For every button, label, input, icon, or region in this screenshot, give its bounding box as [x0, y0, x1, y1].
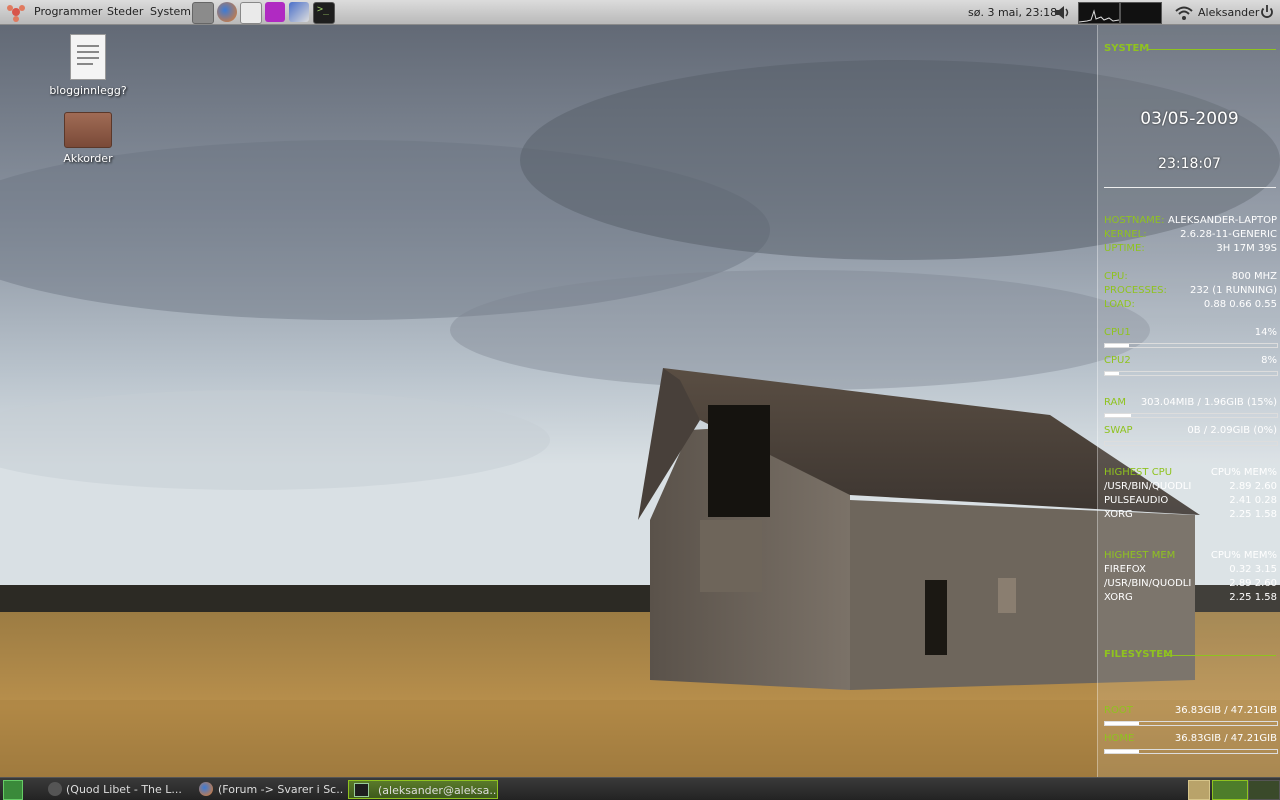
- window-switcher-icon[interactable]: [192, 2, 214, 24]
- menu-applications[interactable]: Programmer: [34, 5, 102, 18]
- network-monitor-graph[interactable]: [1120, 2, 1162, 24]
- root-bar: [1104, 721, 1278, 726]
- desktop-icon-document[interactable]: blogginnlegg?: [38, 34, 138, 97]
- panel-clock[interactable]: sø. 3 mai, 23:18: [968, 6, 1057, 19]
- menu-system[interactable]: System: [150, 5, 191, 18]
- row-hostname: HOSTNAME: ALEKSANDER-LAPTOP: [1104, 215, 1277, 226]
- swap-bar: [1104, 441, 1278, 446]
- row-cpu2: CPU2 8%: [1104, 355, 1277, 366]
- row-ram: RAM 303.04MIB / 1.96GIB (15%): [1104, 397, 1277, 408]
- row-load: LOAD: 0.88 0.66 0.55: [1104, 299, 1277, 310]
- desktop-icon-label: Akkorder: [63, 152, 113, 165]
- taskbar-button-music[interactable]: (Quod Libet - The L...: [44, 780, 192, 799]
- wifi-icon[interactable]: [1174, 3, 1194, 22]
- power-icon[interactable]: [1259, 4, 1275, 20]
- highest-mem-row: FIREFOX 0.32 3.15: [1104, 564, 1277, 575]
- text-editor-icon[interactable]: [289, 2, 309, 22]
- cpu1-bar: [1104, 343, 1278, 348]
- row-uptime: UPTIME: 3H 17M 39S: [1104, 243, 1277, 254]
- terminal-icon[interactable]: >_: [313, 2, 335, 24]
- user-name[interactable]: Aleksander: [1198, 6, 1259, 19]
- firefox-icon[interactable]: [217, 2, 237, 22]
- highest-mem-header: HIGHEST MEM CPU% MEM%: [1104, 550, 1277, 561]
- music-player-icon: [48, 782, 62, 796]
- document-icon: [70, 34, 106, 80]
- mail-icon[interactable]: [240, 2, 262, 24]
- cpu2-bar: [1104, 371, 1278, 376]
- row-home: HOME 36.83GIB / 47.21GIB: [1104, 733, 1277, 744]
- desktop-icon-folder[interactable]: Akkorder: [38, 112, 138, 165]
- divider: [1104, 187, 1276, 188]
- section-filesystem: FILESYSTEM: [1104, 649, 1174, 660]
- top-panel: Programmer Steder System >_ sø. 3 mai, 2…: [0, 0, 1280, 25]
- desktop-icon-label: blogginnlegg?: [49, 84, 127, 97]
- row-kernel: KERNEL: 2.6.28-11-GENERIC: [1104, 229, 1277, 240]
- home-bar: [1104, 749, 1278, 754]
- section-system: SYSTEM: [1104, 43, 1150, 54]
- workspace-2[interactable]: [1248, 780, 1280, 800]
- taskbar-button-firefox[interactable]: (Forum -> Svarer i Sc...: [196, 780, 344, 799]
- highest-cpu-row: /USR/BIN/QUODLI 2.89 2.60: [1104, 481, 1277, 492]
- taskbar-button-terminal[interactable]: (aleksander@aleksa...: [348, 780, 498, 799]
- trash-icon[interactable]: [1188, 780, 1210, 800]
- ram-bar: [1104, 413, 1278, 418]
- conky-date: 03/05-2009: [1140, 109, 1239, 129]
- row-cpu: CPU: 800 MHZ: [1104, 271, 1277, 282]
- folder-icon: [64, 112, 112, 148]
- highest-cpu-header: HIGHEST CPU CPU% MEM%: [1104, 467, 1277, 478]
- highest-mem-row: /USR/BIN/QUODLI 2.89 2.60: [1104, 578, 1277, 589]
- terminal-icon: [354, 783, 369, 797]
- image-editor-icon[interactable]: [265, 2, 285, 22]
- workspace-switcher[interactable]: [1212, 780, 1248, 800]
- section-divider: [1148, 49, 1276, 50]
- volume-icon[interactable]: [1054, 4, 1072, 21]
- show-desktop-icon[interactable]: [3, 780, 23, 800]
- bottom-panel: (Quod Libet - The L... (Forum -> Svarer …: [0, 777, 1280, 800]
- desktop-wallpaper: [0, 0, 1280, 800]
- highest-cpu-row: XORG 2.25 1.58: [1104, 509, 1277, 520]
- system-monitor-graph[interactable]: [1078, 2, 1120, 24]
- section-divider: [1164, 655, 1276, 656]
- row-swap: SWAP 0B / 2.09GIB (0%): [1104, 425, 1277, 436]
- highest-mem-row: XORG 2.25 1.58: [1104, 592, 1277, 603]
- row-processes: PROCESSES: 232 (1 RUNNING): [1104, 285, 1277, 296]
- main-menu-icon[interactable]: [6, 2, 26, 22]
- row-root: ROOT 36.83GIB / 47.21GIB: [1104, 705, 1277, 716]
- menu-places[interactable]: Steder: [107, 5, 143, 18]
- firefox-icon: [199, 782, 213, 796]
- conky-time: 23:18:07: [1158, 156, 1221, 172]
- conky-system-monitor: SYSTEM 03/05-2009 23:18:07 HOSTNAME: ALEK…: [1097, 25, 1280, 777]
- highest-cpu-row: PULSEAUDIO 2.41 0.28: [1104, 495, 1277, 506]
- row-cpu1: CPU1 14%: [1104, 327, 1277, 338]
